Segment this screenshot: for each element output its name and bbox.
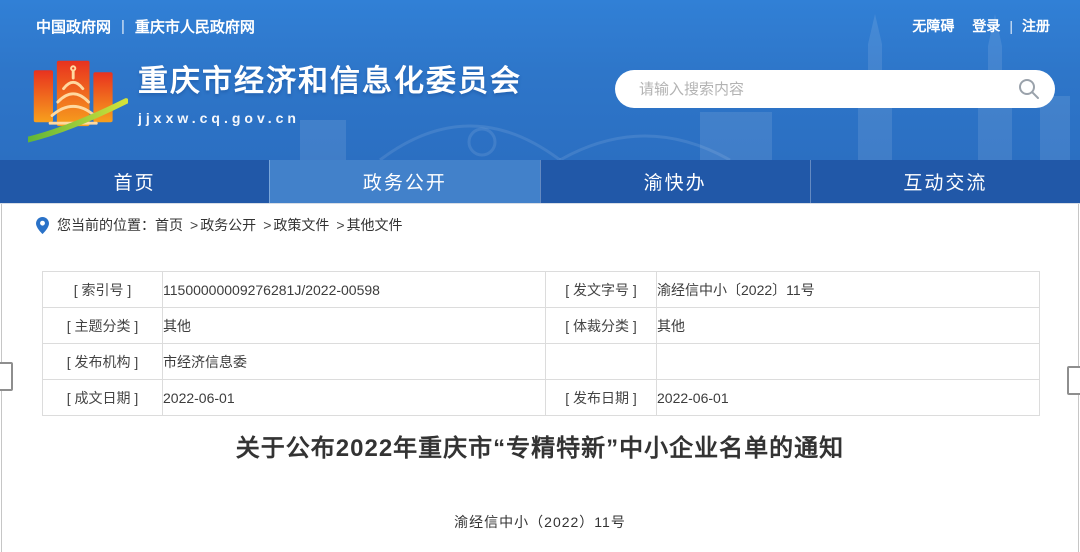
page: 中国政府网 | 重庆市人民政府网 无障碍 登录 | 注册 (0, 0, 1080, 552)
user-links-divider: | (1009, 18, 1013, 34)
right-edge-handle[interactable] (1067, 366, 1080, 395)
empty-value-cell (657, 344, 1040, 380)
breadcrumb: 您当前的位置： 首页 > 政务公开 > 政策文件 > 其他文件 (0, 204, 1080, 235)
breadcrumb-item-home[interactable]: 首页 (155, 215, 183, 235)
breadcrumb-prefix: 您当前的位置： (57, 215, 155, 235)
site-title: 重庆市经济和信息化委员会 (138, 62, 522, 102)
table-row: [ 成文日期 ] 2022-06-01 [ 发布日期 ] 2022-06-01 (43, 380, 1040, 416)
main-nav: 首页 政务公开 渝快办 互动交流 (0, 160, 1080, 204)
document-meta-table: [ 索引号 ] 11500000009276281J/2022-00598 [ … (42, 271, 1040, 416)
cq-gov-link[interactable]: 重庆市人民政府网 (135, 16, 255, 37)
top-links-divider: | (121, 18, 125, 35)
left-edge-handle[interactable] (0, 362, 13, 391)
table-row: [ 发布机构 ] 市经济信息委 (43, 344, 1040, 380)
location-pin-icon (36, 217, 49, 234)
article-title: 关于公布2022年重庆市“专精特新”中小企业名单的通知 (0, 432, 1080, 466)
publish-date-label: [ 发布日期 ] (546, 380, 657, 416)
breadcrumb-item-policy-files[interactable]: 政策文件 (273, 215, 329, 235)
written-date-value: 2022-06-01 (163, 380, 546, 416)
search-bar (615, 70, 1055, 108)
empty-label-cell (546, 344, 657, 380)
genre-category-value: 其他 (657, 308, 1040, 344)
nav-item-yukuaiban[interactable]: 渝快办 (540, 160, 810, 203)
doc-symbol-value: 渝经信中小〔2022〕11号 (657, 272, 1040, 308)
subject-category-value: 其他 (163, 308, 546, 344)
china-gov-link[interactable]: 中国政府网 (36, 16, 111, 37)
breadcrumb-item-gov-affairs[interactable]: 政务公开 (200, 215, 256, 235)
breadcrumb-separator: > (263, 217, 271, 233)
site-brand: 重庆市经济和信息化委员会 jjxxw.cq.gov.cn (138, 62, 522, 126)
site-logo-icon[interactable] (28, 56, 128, 150)
breadcrumb-item-other-files[interactable]: 其他文件 (347, 215, 403, 235)
user-links: 无障碍 登录 | 注册 (912, 16, 1050, 36)
content-area: 您当前的位置： 首页 > 政务公开 > 政策文件 > 其他文件 [ 索引号 ] … (0, 204, 1080, 552)
nav-item-interaction[interactable]: 互动交流 (810, 160, 1080, 203)
accessibility-link[interactable]: 无障碍 (912, 16, 954, 36)
search-input[interactable] (637, 80, 1017, 99)
table-row: [ 主题分类 ] 其他 [ 体裁分类 ] 其他 (43, 308, 1040, 344)
table-row: [ 索引号 ] 11500000009276281J/2022-00598 [ … (43, 272, 1040, 308)
genre-category-label: [ 体裁分类 ] (546, 308, 657, 344)
nav-item-gov-affairs[interactable]: 政务公开 (269, 160, 539, 203)
subject-category-label: [ 主题分类 ] (43, 308, 163, 344)
publish-date-value: 2022-06-01 (657, 380, 1040, 416)
site-url: jjxxw.cq.gov.cn (138, 110, 522, 126)
issuing-agency-value: 市经济信息委 (163, 344, 546, 380)
register-link[interactable]: 注册 (1022, 16, 1050, 36)
breadcrumb-separator: > (190, 217, 198, 233)
breadcrumb-separator: > (336, 217, 344, 233)
index-number-label: [ 索引号 ] (43, 272, 163, 308)
doc-symbol-label: [ 发文字号 ] (546, 272, 657, 308)
top-gov-links: 中国政府网 | 重庆市人民政府网 (36, 16, 255, 37)
nav-item-home[interactable]: 首页 (0, 160, 269, 203)
written-date-label: [ 成文日期 ] (43, 380, 163, 416)
index-number-value: 11500000009276281J/2022-00598 (163, 272, 546, 308)
search-icon[interactable] (1017, 77, 1041, 101)
login-link[interactable]: 登录 (972, 16, 1000, 36)
issuing-agency-label: [ 发布机构 ] (43, 344, 163, 380)
article-doc-number: 渝经信中小（2022）11号 (0, 512, 1080, 532)
site-banner: 中国政府网 | 重庆市人民政府网 无障碍 登录 | 注册 (0, 0, 1080, 160)
